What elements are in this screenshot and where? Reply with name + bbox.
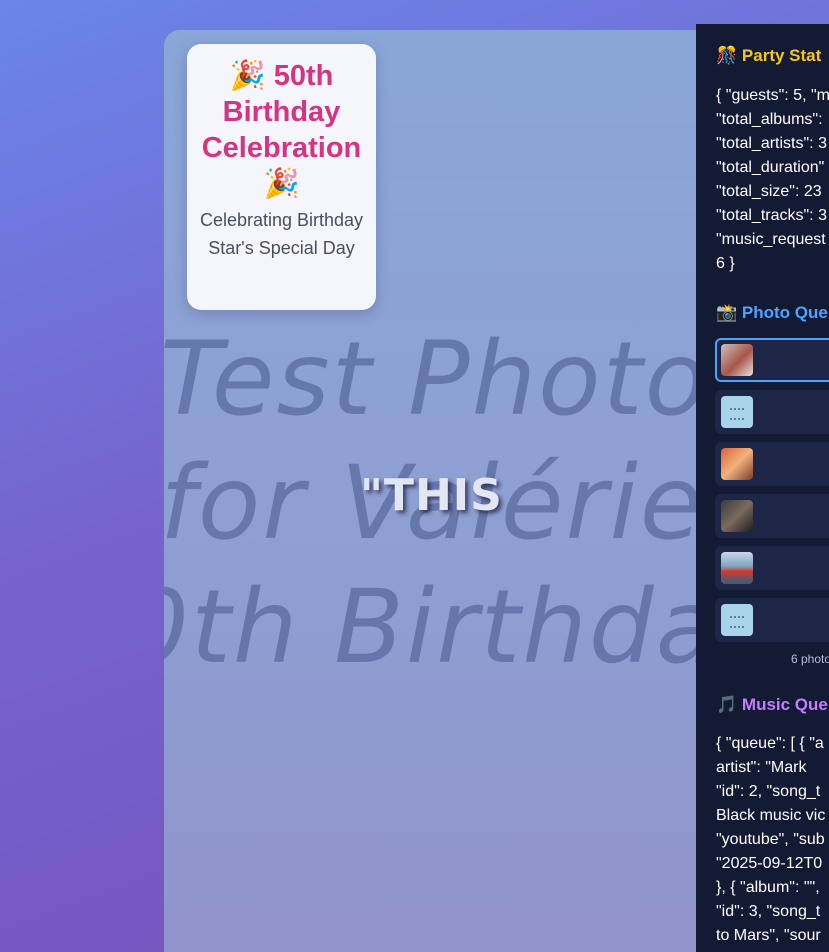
photo-thumbnail — [721, 448, 753, 480]
photo-caption: "THIS — [360, 470, 503, 521]
photo-queue-item[interactable] — [715, 494, 829, 538]
photo-queue-item[interactable] — [715, 442, 829, 486]
photo-thumbnail — [721, 344, 753, 376]
photo-queue-item[interactable] — [715, 338, 829, 382]
photo-queue-list — [715, 338, 829, 650]
photo-text-line-1: Test Photo — [164, 320, 704, 439]
music-note-icon: 🎵 — [716, 695, 738, 714]
photo-queue-item[interactable] — [715, 546, 829, 590]
photo-thumbnail — [721, 500, 753, 532]
party-sidebar[interactable]: 🎊 Party Stat { "guests": 5, "m "total_al… — [696, 24, 829, 952]
photo-thumbnail — [721, 396, 753, 428]
music-queue-json: { "queue": [ { "a artist": "Mark "id": 2… — [716, 735, 826, 944]
party-stats-heading: 🎊 Party Stat — [716, 46, 821, 66]
celebration-title-card: 🎉 50th Birthday Celebration 🎉 Celebratin… — [187, 44, 376, 310]
photo-thumbnail — [721, 604, 753, 636]
photo-queue-item[interactable] — [715, 390, 829, 434]
confetti-icon: 🎊 — [716, 46, 738, 65]
photo-count: 6 photo — [791, 652, 829, 666]
photo-queue-item[interactable] — [715, 598, 829, 642]
photo-queue-heading-label: Photo Que — [741, 303, 828, 322]
music-queue-heading: 🎵 Music Que — [716, 695, 828, 715]
photo-text-line-3: 0th Birthday — [164, 568, 704, 687]
party-stats-json: { "guests": 5, "m "total_albums": "total… — [716, 87, 829, 272]
page-subtitle: Celebrating Birthday Star's Special Day — [199, 210, 364, 258]
camera-icon: 📸 — [716, 303, 738, 322]
photo-thumbnail — [721, 552, 753, 584]
page-title: 🎉 50th Birthday Celebration 🎉 — [201, 60, 362, 200]
photo-queue-heading: 📸 Photo Que — [716, 303, 828, 323]
music-queue-heading-label: Music Que — [741, 695, 828, 714]
party-stats-heading-label: Party Stat — [741, 46, 822, 65]
